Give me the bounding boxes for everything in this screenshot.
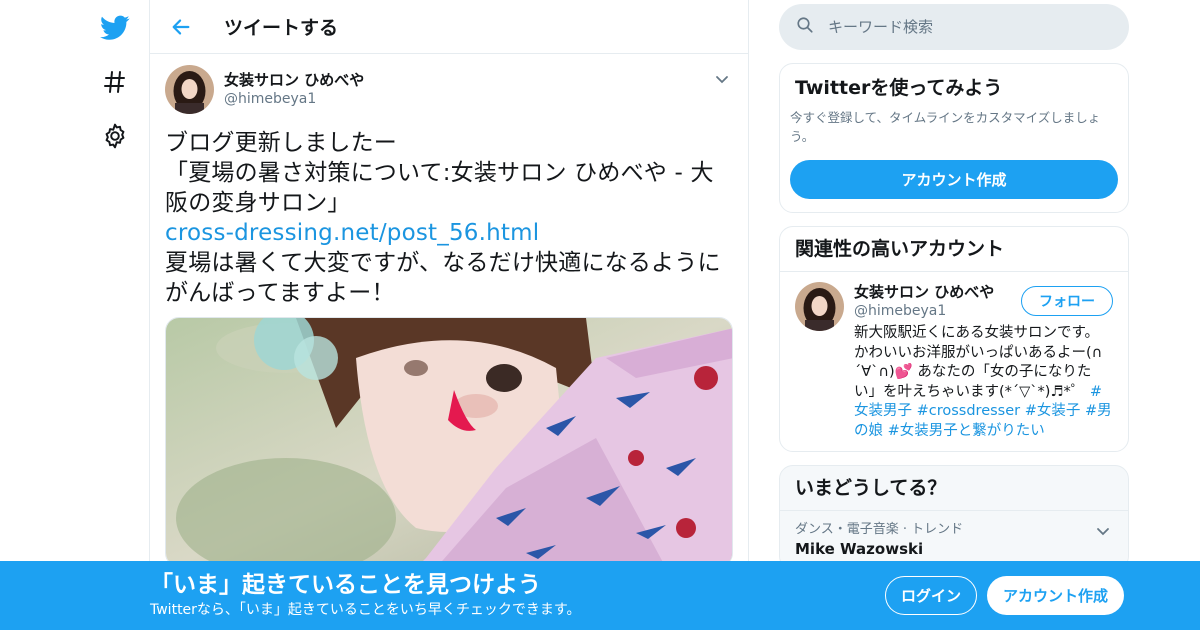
create-account-button[interactable]: アカウント作成 [790,160,1118,199]
hashtag-link[interactable]: 女装男子 [854,403,912,419]
bio-line: い」を叶えちゃいます(*´▽`*)♬*゜ # [854,383,1113,403]
hashtag-link[interactable]: の娘 [854,423,883,439]
related-user-bio: 新大阪駅近くにある女装サロンです。 かわいいお洋服がいっぱいあるよー(∩ ´∀`… [854,324,1113,441]
bio-line: ´∀`∩)💕 あなたの「女の子になりた [854,364,1092,380]
trends-card: いまどうしてる？ ダンス・電子音楽 · トレンド Mike Wazowski [779,465,1129,570]
related-accounts-card: 関連性の高いアカウント フォロー 女装サロン ひめべや @himebeya1 新… [779,226,1129,452]
login-button[interactable]: ログイン [885,576,977,615]
banner-subtitle: Twitterなら、「いま」起きていることをいち早くチェックできます。 [150,602,581,618]
avatar[interactable] [165,64,214,114]
signup-card-desc: 今すぐ登録して、タイムラインをカスタマイズしましょう。 [790,110,1101,144]
trend-meta: ダンス・電子音楽 · トレンド [795,522,964,537]
gear-icon[interactable] [90,111,140,161]
bio-line: 新大阪駅近くにある女装サロンです。 [854,325,1100,341]
banner-create-account-button[interactable]: アカウント作成 [987,576,1124,615]
tweet-text-line: ブログ更新しましたー [165,130,397,156]
tweet-author: 女装サロン ひめべや @himebeya1 [165,64,733,114]
bio-line: 女装男子 #crossdresser #女装子 #男 [854,402,1113,422]
bio-line: の娘 #女装男子と繋がりたい [854,422,1113,442]
tweet-link[interactable]: cross-dressing.net/post_56.html [165,218,733,248]
trend-name: Mike Wazowski [795,540,924,558]
related-user: フォロー 女装サロン ひめべや @himebeya1 新大阪駅近くにある女装サロ… [780,272,1128,451]
author-handle[interactable]: @himebeya1 [224,90,364,108]
banner-title: 「いま」起きていることを見つけよう [150,572,541,598]
back-arrow-icon[interactable] [168,14,194,40]
hashtag-link[interactable]: #男 [1085,403,1112,419]
tweet-text-line: がんばってますよー！ [165,280,395,306]
search-box[interactable] [779,4,1129,50]
hashtag-link[interactable]: #女装子 [1025,403,1081,419]
left-nav [80,0,150,630]
bio-text: い」を叶えちゃいます(*´▽`*)♬*゜ [854,383,1086,400]
signup-card-title: Twitterを使ってみよう [795,77,1003,99]
search-input[interactable] [828,18,1088,36]
hashtag-link[interactable]: # [1090,384,1102,400]
tweet-text-line: 夏場は暑くて大変ですが、なるだけ快適になるように [165,250,721,276]
related-card-title: 関連性の高いアカウント [780,227,1128,272]
trends-card-title: いまどうしてる？ [780,466,1128,511]
follow-button[interactable]: フォロー [1021,286,1113,316]
page-title: ツイートする [224,17,339,39]
twitter-bird-icon[interactable] [90,3,140,53]
tweet: 女装サロン ひめべや @himebeya1 ブログ更新しましたー 「夏場の暑さ対… [150,54,748,567]
tweet-photo[interactable] [165,317,733,567]
right-sidebar: Twitterを使ってみよう 今すぐ登録して、タイムラインをカスタマイズしましょ… [779,0,1129,570]
avatar[interactable] [795,282,844,331]
chevron-down-icon[interactable] [1093,521,1113,541]
chevron-down-icon[interactable] [711,68,733,90]
header: ツイートする [150,0,748,54]
hashtag-link[interactable]: #crossdresser [917,403,1021,419]
tweet-text-line: 阪の変身サロン」 [165,190,351,216]
bio-line: かわいいお洋服がいっぱいあるよー(∩ [854,344,1103,361]
tweet-text-line: 「夏場の暑さ対策について:女装サロン ひめべや - 大 [165,160,714,186]
tweet-text: ブログ更新しましたー 「夏場の暑さ対策について:女装サロン ひめべや - 大 阪… [165,128,733,308]
tweet-column: ツイートする 女装サロン ひめべや @himebeya1 ブログ更新しましたー … [149,0,749,630]
hashtag-icon[interactable] [90,57,140,107]
search-icon [796,16,814,38]
twitter-page: ツイートする 女装サロン ひめべや @himebeya1 ブログ更新しましたー … [0,0,1200,630]
signup-banner: 「いま」起きていることを見つけよう Twitterなら、「いま」起きていることを… [0,561,1200,630]
signup-card: Twitterを使ってみよう 今すぐ登録して、タイムラインをカスタマイズしましょ… [779,63,1129,213]
hashtag-link[interactable]: #女装男子と繋がりたい [888,423,1045,439]
author-name[interactable]: 女装サロン ひめべや [224,70,364,90]
author-names: 女装サロン ひめべや @himebeya1 [224,70,364,108]
